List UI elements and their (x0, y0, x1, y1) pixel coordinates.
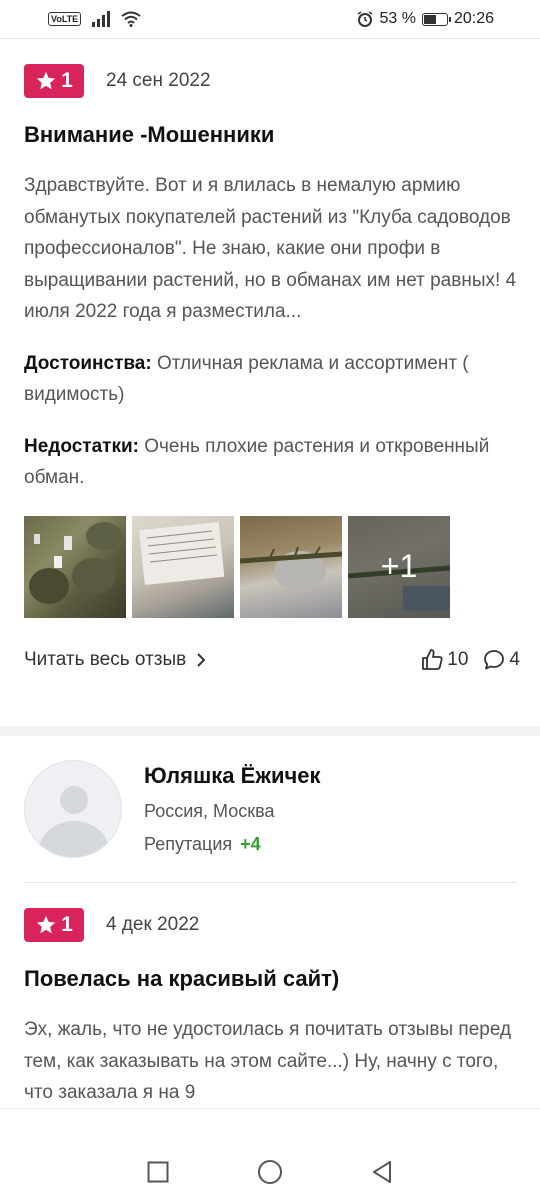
review-text[interactable]: Здравствуйте. Вот и я влилась в немалую … (24, 170, 520, 328)
review-date: 24 сен 2022 (106, 70, 211, 91)
read-full-review-label: Читать весь отзыв (24, 648, 187, 670)
review-title[interactable]: Внимание -Мошенники (24, 122, 520, 148)
divider (24, 882, 516, 883)
review-pros: Достоинства: Отличная реклама и ассортим… (24, 348, 520, 411)
chevron-right-icon (197, 652, 206, 667)
review-photos: +1 (24, 515, 520, 618)
system-navigation-bar (0, 1112, 540, 1200)
battery-percent: 53 % (379, 10, 416, 27)
reputation-value: +4 (240, 834, 261, 854)
cons-label: Недостатки: (24, 435, 139, 457)
battery-icon (421, 12, 451, 26)
back-button[interactable] (369, 1159, 395, 1185)
more-photos-label[interactable]: +1 (348, 515, 450, 618)
comments-button[interactable]: 4 (482, 648, 520, 672)
reputation-label: Репутация (144, 834, 233, 854)
square-icon (147, 1161, 169, 1183)
author-reputation: Репутация +4 (144, 834, 321, 855)
author-location: Россия, Москва (144, 801, 275, 821)
author-name[interactable]: Юляшка Ёжичек (144, 763, 321, 789)
avatar[interactable] (24, 760, 122, 858)
rating-value: 1 (61, 69, 73, 92)
review-text[interactable]: Эх, жаль, что не удостоилась я почитать … (24, 1014, 520, 1109)
review-photo[interactable] (132, 515, 234, 618)
read-full-review-link[interactable]: Читать весь отзыв (24, 649, 206, 671)
rating-badge: 1 (24, 908, 84, 942)
recents-button[interactable] (145, 1159, 171, 1185)
review-photo[interactable] (240, 515, 342, 618)
divider (0, 38, 540, 39)
review-photo[interactable]: +1 (348, 515, 450, 618)
wifi-icon (121, 11, 141, 27)
review-date: 4 дек 2022 (106, 914, 200, 935)
circle-icon (258, 1160, 282, 1184)
triangle-back-icon (373, 1161, 391, 1183)
like-count: 10 (447, 648, 469, 670)
clock: 20:26 (453, 10, 494, 27)
comment-icon (484, 649, 505, 669)
rating-value: 1 (61, 913, 73, 936)
star-icon (36, 915, 56, 934)
alarm-icon (358, 11, 373, 27)
volte-icon: VoLTE (48, 12, 82, 26)
review-photo[interactable] (24, 515, 126, 618)
signal-icon (92, 11, 111, 27)
pros-label: Достоинства: (24, 352, 152, 374)
like-button[interactable]: 10 (420, 648, 468, 672)
review-cons: Недостатки: Очень плохие растения и откр… (24, 431, 520, 494)
status-bar: VoLTE 53 % 20:26 (0, 0, 540, 38)
home-button[interactable] (257, 1159, 283, 1185)
author-card[interactable]: Юляшка Ёжичек Россия, Москва Репутация +4 (24, 760, 321, 858)
review-card[interactable]: 1 4 дек 2022 Повелась на красивый сайт) … (24, 908, 520, 1109)
review-card[interactable]: 1 24 сен 2022 Внимание -Мошенники Здравс… (24, 64, 520, 672)
comment-count: 4 (509, 648, 520, 670)
review-title[interactable]: Повелась на красивый сайт) (24, 966, 520, 992)
star-icon (36, 71, 56, 90)
section-separator (0, 726, 540, 736)
rating-badge: 1 (24, 64, 84, 98)
thumbs-up-icon (422, 648, 443, 670)
